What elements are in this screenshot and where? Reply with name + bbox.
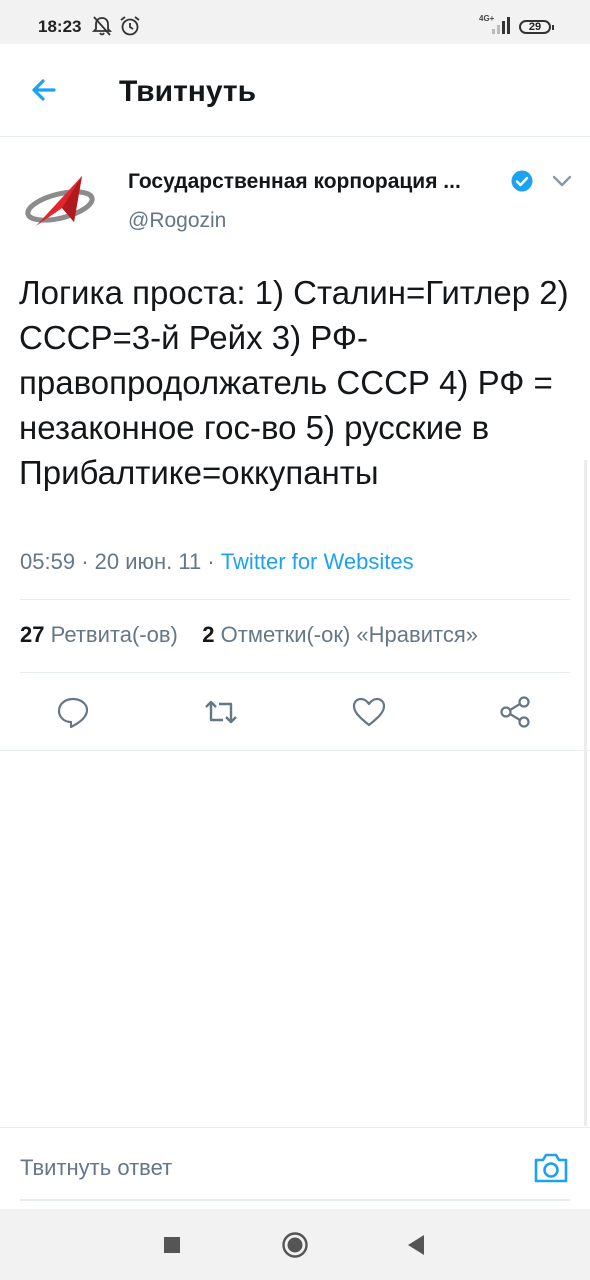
share-icon[interactable] bbox=[498, 694, 534, 730]
back-arrow-icon[interactable] bbox=[24, 70, 68, 110]
reply-bar: Твитнуть ответ bbox=[0, 1127, 590, 1210]
like-icon[interactable] bbox=[351, 694, 387, 730]
tweet-date: 20 июн. 11 bbox=[94, 549, 202, 574]
chevron-down-icon[interactable] bbox=[548, 170, 576, 192]
status-bar: 18:23 4G+ 29 bbox=[0, 0, 590, 44]
verified-badge-icon bbox=[511, 170, 533, 192]
signal-icon bbox=[492, 17, 510, 34]
battery-icon: 29 bbox=[519, 20, 554, 34]
notifications-off-icon bbox=[92, 16, 112, 36]
alarm-icon bbox=[120, 16, 140, 36]
reply-icon[interactable] bbox=[55, 694, 91, 730]
author-handle[interactable]: @Rogozin bbox=[128, 209, 226, 233]
avatar[interactable] bbox=[22, 170, 104, 232]
scrollbar[interactable] bbox=[584, 460, 587, 1126]
divider bbox=[0, 750, 590, 751]
page-title: Твитнуть bbox=[119, 75, 257, 108]
divider bbox=[20, 599, 570, 600]
author-name[interactable]: Государственная корпорация ... bbox=[128, 170, 500, 194]
recents-square-icon[interactable] bbox=[158, 1231, 186, 1259]
tweet-text: Логика проста: 1) Сталин=Гитлер 2) СССР=… bbox=[19, 274, 569, 491]
reply-input[interactable]: Твитнуть ответ bbox=[20, 1155, 172, 1181]
retweets-label: Ретвита(-ов) bbox=[50, 622, 178, 647]
reply-input-underline bbox=[20, 1199, 570, 1201]
retweet-icon[interactable] bbox=[203, 694, 239, 730]
app-bar: Твитнуть bbox=[0, 44, 590, 137]
retweets-count: 27 bbox=[20, 622, 45, 647]
divider bbox=[20, 672, 570, 673]
retweets-stat[interactable]: 27 Ретвита(-ов) bbox=[20, 622, 178, 647]
meta-separator: · bbox=[81, 549, 89, 574]
system-nav-bar bbox=[0, 1209, 590, 1280]
tweet-source-link[interactable]: Twitter for Websites bbox=[221, 549, 414, 574]
meta-separator: · bbox=[207, 549, 215, 574]
tweet-time: 05:59 bbox=[20, 549, 76, 574]
likes-count: 2 bbox=[202, 622, 215, 647]
tweet-stats: 27 Ретвита(-ов) 2 Отметки(-ок) «Нравится… bbox=[20, 622, 478, 648]
back-triangle-icon[interactable] bbox=[402, 1231, 430, 1259]
likes-label: Отметки(-ок) «Нравится» bbox=[220, 622, 478, 647]
tweet-meta: 05:59 · 20 июн. 11 · Twitter for Website… bbox=[20, 549, 414, 575]
status-time: 18:23 bbox=[38, 17, 82, 36]
home-circle-icon[interactable] bbox=[281, 1231, 309, 1259]
camera-icon[interactable] bbox=[532, 1151, 570, 1185]
likes-stat[interactable]: 2 Отметки(-ок) «Нравится» bbox=[202, 622, 478, 647]
